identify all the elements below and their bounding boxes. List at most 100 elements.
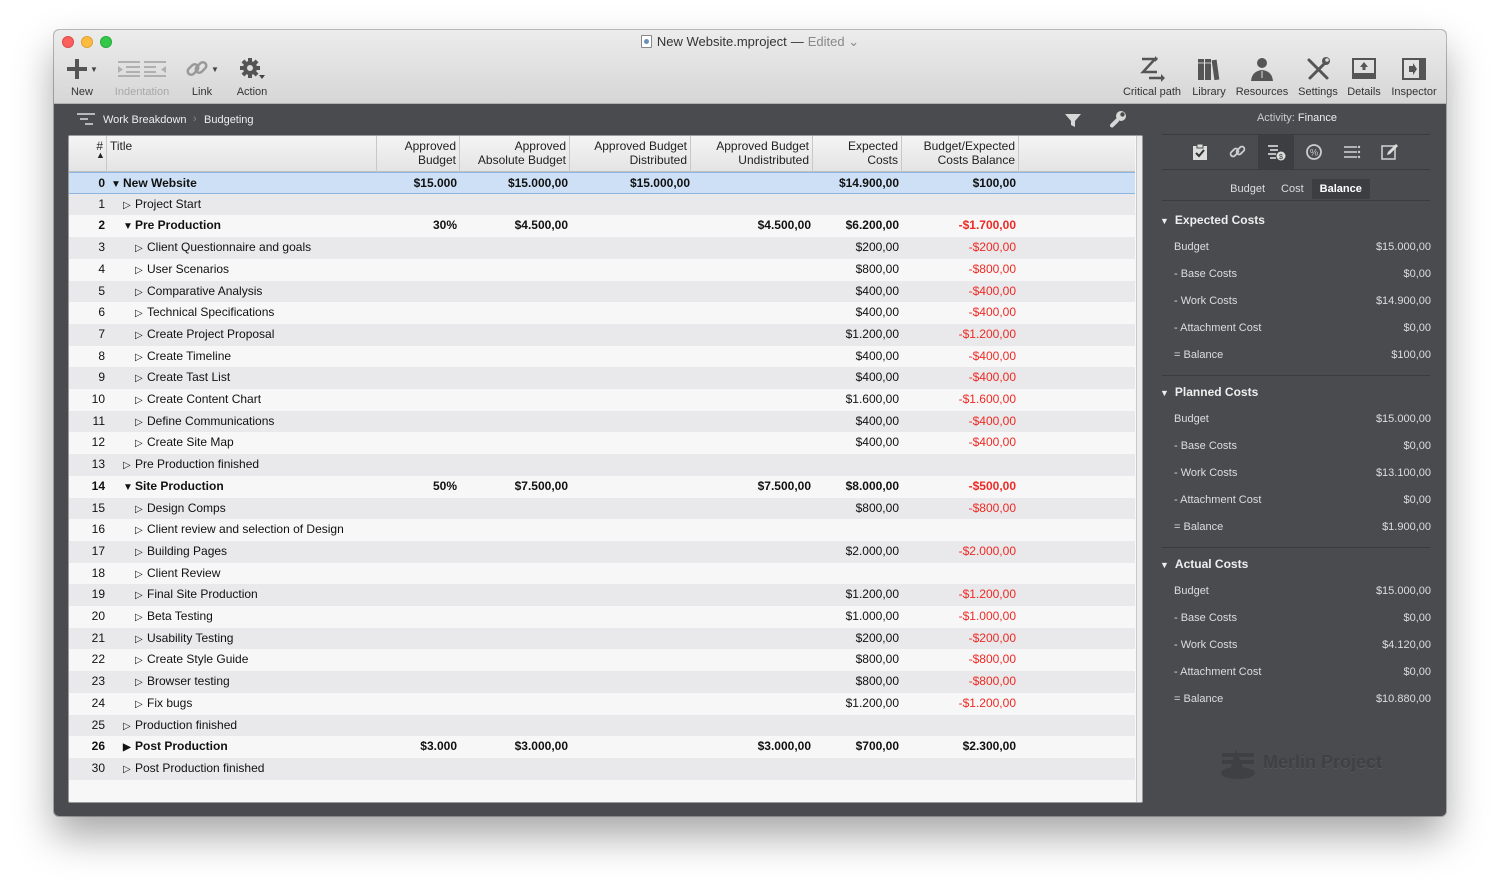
row-title-cell[interactable]: ▷ Fix bugs	[135, 693, 192, 715]
action-button[interactable]: Action	[232, 54, 272, 98]
column-header-approved-budget-distributed[interactable]: Approved Budget Distributed	[570, 136, 691, 172]
disclosure-outline-icon[interactable]: ▷	[135, 520, 147, 542]
disclosure-outline-icon[interactable]: ▷	[135, 629, 147, 651]
disclosure-outline-icon[interactable]: ▷	[135, 368, 147, 390]
row-title-cell[interactable]: ▷ Beta Testing	[135, 606, 213, 628]
critical-path-button[interactable]: Critical path	[1120, 54, 1184, 98]
table-row[interactable]: 14 ▼ Site Production 50% $7.500,00 $7.500,00 $…	[69, 475, 1135, 498]
row-title-cell[interactable]: ▷ Client review and selection of Design	[135, 519, 344, 541]
table-row[interactable]: 26 ▶ Post Production $3.000 $3.000,00 $3.000,…	[69, 736, 1135, 758]
disclosure-outline-icon[interactable]: ▷	[135, 347, 147, 369]
row-title-cell[interactable]: ▷ Create Project Proposal	[135, 324, 274, 346]
settings-button[interactable]: Settings	[1294, 54, 1342, 98]
table-row[interactable]: 13 ▷ Pre Production finished	[69, 454, 1135, 476]
table-row[interactable]: 19 ▷ Final Site Production $1.200,00 -$1.200…	[69, 584, 1135, 606]
disclosure-outline-icon[interactable]: ▷	[135, 694, 147, 716]
row-title-cell[interactable]: ▷ Production finished	[123, 715, 237, 737]
row-title-cell[interactable]: ▷ Create Site Map	[135, 432, 234, 454]
breadcrumb-work-breakdown[interactable]: Work Breakdown	[103, 114, 187, 126]
table-row[interactable]: 23 ▷ Browser testing $800,00 -$800,00	[69, 671, 1135, 693]
disclosure-outline-icon[interactable]: ▷	[135, 260, 147, 282]
table-row[interactable]: 24 ▷ Fix bugs $1.200,00 -$1.200,00	[69, 692, 1135, 715]
row-title-cell[interactable]: ▷ Create Timeline	[135, 346, 231, 368]
row-title-cell[interactable]: ▷ Usability Testing	[135, 628, 233, 650]
table-row[interactable]: 25 ▷ Production finished	[69, 714, 1135, 737]
library-button[interactable]: Library	[1188, 54, 1230, 98]
table-row[interactable]: 11 ▷ Define Communications $400,00 -$400,00	[69, 410, 1135, 434]
table-row[interactable]: 21 ▷ Usability Testing $200,00 -$200,00	[69, 627, 1135, 650]
link-button[interactable]: ▼ Link	[182, 54, 222, 98]
row-title-cell[interactable]: ▶ Post Production	[123, 736, 228, 758]
row-title-cell[interactable]: ▷ Technical Specifications	[135, 302, 274, 324]
inspector-button[interactable]: Inspector	[1388, 54, 1440, 98]
disclosure-outline-icon[interactable]: ▷	[135, 390, 147, 412]
tab-list[interactable]	[1334, 135, 1370, 169]
row-title-cell[interactable]: ▼ New Website	[111, 173, 197, 193]
disclosure-expanded-icon[interactable]: ▼	[1160, 560, 1169, 570]
row-title-cell[interactable]: ▷ Design Comps	[135, 498, 226, 520]
disclosure-outline-icon[interactable]: ▷	[123, 195, 135, 217]
table-row[interactable]: 5 ▷ Comparative Analysis $400,00 -$400,00	[69, 280, 1135, 303]
disclosure-outline-icon[interactable]: ▷	[135, 433, 147, 455]
table-row[interactable]: 12 ▷ Create Site Map $400,00 -$400,00	[69, 432, 1135, 455]
section-header[interactable]: ▼ Actual Costs	[1160, 557, 1248, 571]
row-title-cell[interactable]: ▷ Project Start	[123, 194, 201, 216]
column-header-approved-budget-undistributed[interactable]: Approved Budget Undistributed	[691, 136, 813, 172]
disclosure-outline-icon[interactable]: ▷	[123, 759, 135, 781]
column-header-title[interactable]: Title	[107, 136, 377, 172]
disclosure-outline-icon[interactable]: ▷	[135, 607, 147, 629]
row-title-cell[interactable]: ▷ Comparative Analysis	[135, 281, 262, 303]
table-row[interactable]: 0 ▼ New Website $15.000 $15.000,00 $15.000,00…	[69, 172, 1135, 194]
table-row[interactable]: 20 ▷ Beta Testing $1.000,00 -$1.000,00	[69, 606, 1135, 628]
table-row[interactable]: 22 ▷ Create Style Guide $800,00 -$800,00	[69, 649, 1135, 672]
window-title[interactable]: New Website.mproject — Edited ⌄	[54, 34, 1446, 50]
disclosure-outline-icon[interactable]: ▷	[123, 455, 135, 477]
column-header-approved-budget[interactable]: Approved Budget	[377, 136, 460, 172]
vertical-scrollbar[interactable]	[1136, 136, 1142, 802]
table-row[interactable]: 3 ▷ Client Questionnaire and goals $200,00 -…	[69, 237, 1135, 259]
column-header-expected-costs[interactable]: Expected Costs	[813, 136, 902, 172]
tab-checklist[interactable]	[1182, 135, 1218, 169]
tab-links[interactable]	[1220, 135, 1256, 169]
resources-button[interactable]: Resources	[1234, 54, 1290, 98]
table-row[interactable]: 6 ▷ Technical Specifications $400,00 -$400,0…	[69, 302, 1135, 324]
table-row[interactable]: 8 ▷ Create Timeline $400,00 -$400,00	[69, 345, 1135, 368]
table-row[interactable]: 18 ▷ Client Review	[69, 562, 1135, 586]
disclosure-collapsed-icon[interactable]: ▶	[123, 737, 135, 759]
table-row[interactable]: 15 ▷ Design Comps $800,00 -$800,00	[69, 497, 1135, 520]
disclosure-expanded-icon[interactable]: ▼	[123, 216, 135, 238]
row-title-cell[interactable]: ▷ User Scenarios	[135, 259, 229, 281]
column-header-approved-absolute-budget[interactable]: Approved Absolute Budget	[460, 136, 570, 172]
row-title-cell[interactable]: ▷ Post Production finished	[123, 758, 264, 780]
row-title-cell[interactable]: ▷ Client Questionnaire and goals	[135, 237, 311, 259]
wrench-icon[interactable]	[1107, 110, 1127, 130]
table-row[interactable]: 10 ▷ Create Content Chart $1.600,00 -$1.600,…	[69, 389, 1135, 411]
row-title-cell[interactable]: ▷ Browser testing	[135, 671, 230, 693]
disclosure-outline-icon[interactable]: ▷	[135, 303, 147, 325]
table-row[interactable]: 1 ▷ Project Start	[69, 193, 1135, 216]
segment-balance[interactable]: Balance	[1311, 179, 1370, 199]
section-header[interactable]: ▼ Planned Costs	[1160, 385, 1258, 399]
row-title-cell[interactable]: ▷ Building Pages	[135, 541, 227, 563]
table-row[interactable]: 9 ▷ Create Tast List $400,00 -$400,00	[69, 367, 1135, 389]
row-title-cell[interactable]: ▷ Final Site Production	[135, 584, 258, 606]
segment-budget[interactable]: Budget	[1222, 179, 1273, 199]
disclosure-outline-icon[interactable]: ▷	[135, 282, 147, 304]
table-row[interactable]: 16 ▷ Client review and selection of Design	[69, 519, 1135, 541]
section-header[interactable]: ▼ Expected Costs	[1160, 213, 1265, 227]
disclosure-outline-icon[interactable]: ▷	[135, 564, 147, 586]
indentation-button[interactable]: Indentation	[114, 54, 170, 98]
disclosure-outline-icon[interactable]: ▷	[135, 672, 147, 694]
filter-icon[interactable]	[1064, 111, 1082, 129]
table-row[interactable]: 17 ▷ Building Pages $2.000,00 -$2.000,00	[69, 540, 1135, 563]
disclosure-outline-icon[interactable]: ▷	[135, 238, 147, 260]
row-title-cell[interactable]: ▷ Create Style Guide	[135, 649, 248, 671]
disclosure-expanded-icon[interactable]: ▼	[123, 477, 135, 499]
row-title-cell[interactable]: ▷ Create Content Chart	[135, 389, 261, 411]
disclosure-outline-icon[interactable]: ▷	[135, 412, 147, 434]
new-button[interactable]: ▼ New	[64, 54, 100, 98]
table-row[interactable]: 30 ▷ Post Production finished	[69, 757, 1135, 780]
disclosure-outline-icon[interactable]: ▷	[135, 499, 147, 521]
row-title-cell[interactable]: ▼ Site Production	[123, 476, 224, 498]
disclosure-expanded-icon[interactable]: ▼	[111, 174, 123, 196]
